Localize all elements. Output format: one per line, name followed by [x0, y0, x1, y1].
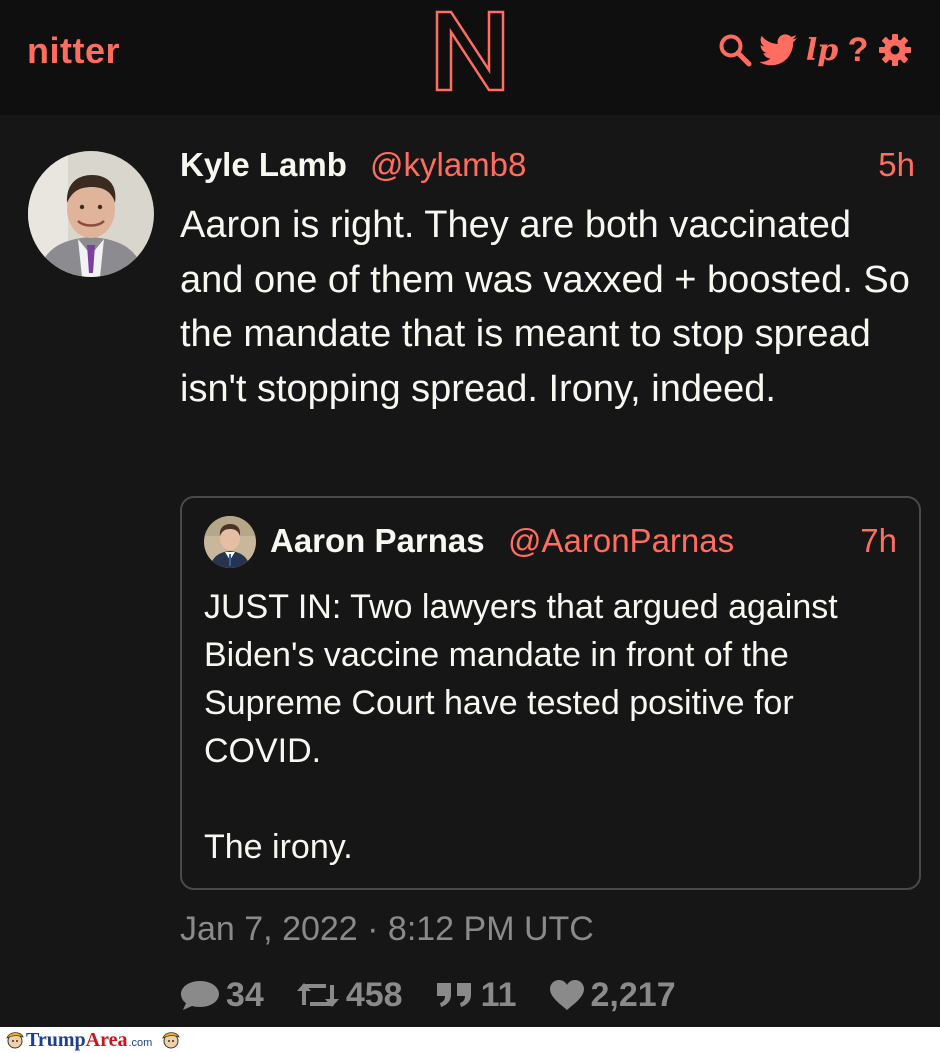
likes-count: 2,217: [590, 975, 676, 1014]
watermark: Trump Area .com: [4, 1029, 182, 1051]
quote-tweet[interactable]: Aaron Parnas @AaronParnas 7h JUST IN: Tw…: [180, 496, 921, 890]
lp-icon[interactable]: lp: [804, 30, 840, 70]
mascot-icon: [6, 1032, 24, 1049]
retweet-icon: [296, 983, 339, 1007]
quote-username[interactable]: @AaronParnas: [508, 522, 734, 560]
watermark-part1: Trump: [26, 1028, 86, 1051]
help-icon[interactable]: ?: [846, 30, 870, 70]
quote-date[interactable]: 7h: [860, 522, 897, 560]
fullname[interactable]: Kyle Lamb: [180, 146, 347, 184]
tweet-header: Kyle Lamb @kylamb8 5h: [180, 143, 915, 187]
tweet-date[interactable]: 5h: [878, 146, 915, 184]
watermark-suffix: .com: [128, 1037, 153, 1049]
search-icon[interactable]: [716, 30, 754, 70]
nav-icons: lp ?: [716, 30, 914, 70]
heart-icon: [549, 980, 584, 1010]
quote-content: JUST IN: Two lawyers that argued against…: [204, 588, 838, 866]
brand-link[interactable]: nitter: [27, 30, 120, 72]
tweet-published[interactable]: Jan 7, 2022 · 8:12 PM UTC: [180, 910, 594, 949]
quote-avatar[interactable]: [204, 516, 256, 568]
navbar: nitter lp ?: [0, 0, 940, 115]
mascot-icon-right: [162, 1032, 181, 1049]
comment-icon: [181, 981, 219, 1010]
retweets-count: 458: [345, 975, 403, 1014]
gear-icon[interactable]: [876, 30, 914, 70]
stat-replies[interactable]: 34: [180, 976, 264, 1015]
stat-quotes[interactable]: 11: [435, 976, 517, 1015]
tweet-container: Kyle Lamb @kylamb8 5h Aaron is right. Th…: [0, 115, 940, 1027]
quotes-count: 11: [480, 975, 517, 1014]
quote-fullname[interactable]: Aaron Parnas: [270, 522, 485, 560]
avatar[interactable]: [28, 151, 154, 277]
watermark-part2: Area: [85, 1028, 128, 1051]
stat-retweets[interactable]: 458: [296, 976, 403, 1015]
twitter-bird-icon[interactable]: [760, 30, 798, 70]
watermark-bar: Trump Area .com: [0, 1027, 940, 1053]
quote-icon: [436, 983, 471, 1007]
tweet-content: Aaron is right. They are both vaccinated…: [180, 204, 910, 410]
username[interactable]: @kylamb8: [370, 146, 526, 184]
nitter-logo[interactable]: [431, 8, 509, 94]
tweet-stats: 34 458 11 2,217: [180, 975, 708, 1015]
replies-count: 34: [226, 975, 264, 1014]
stat-likes[interactable]: 2,217: [549, 976, 676, 1015]
